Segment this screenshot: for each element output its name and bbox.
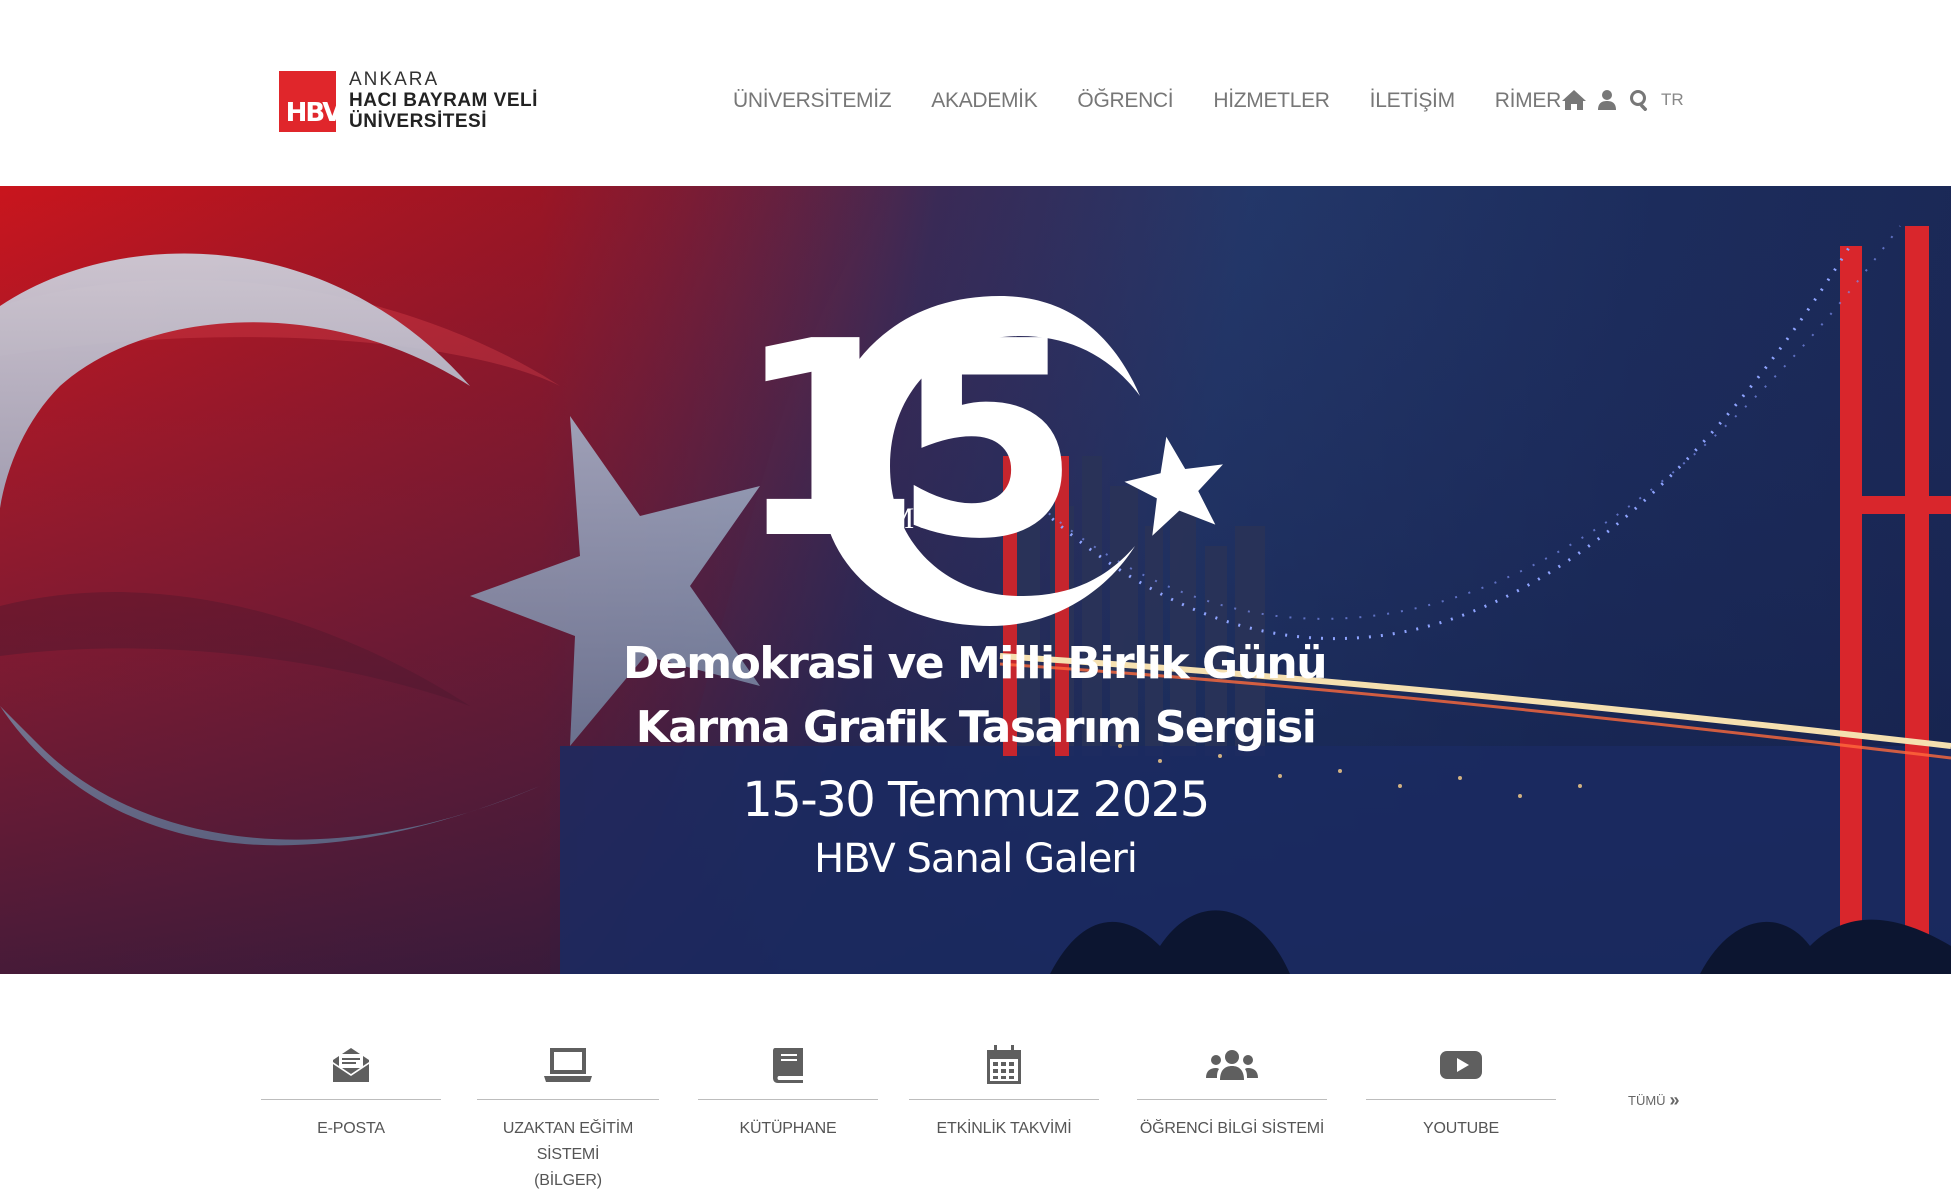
header-tools: TR	[1560, 86, 1684, 114]
nav-hizmetler[interactable]: HİZMETLER	[1213, 89, 1330, 113]
logo-line-ankara: ANKARA	[349, 68, 440, 90]
quick-link-etkinlik-takvimi[interactable]: ETKİNLİK TAKVİMİ	[909, 1044, 1099, 1142]
nav-ogrenci[interactable]: ÖĞRENCİ	[1077, 89, 1173, 113]
home-icon[interactable]	[1560, 86, 1588, 114]
quick-link-label-line2: (BİLGER)	[534, 1172, 602, 1189]
quick-link-divider	[909, 1099, 1099, 1100]
quick-link-label: YOUTUBE	[1423, 1120, 1499, 1137]
quick-link-label: E-POSTA	[317, 1120, 385, 1137]
nav-rimer[interactable]: RİMER	[1495, 89, 1561, 113]
double-chevron-right-icon: »	[1669, 1090, 1680, 1110]
logo-line-universitesi: ÜNİVERSİTESİ	[349, 110, 487, 132]
quick-link-kutuphane[interactable]: KÜTÜPHANE	[698, 1044, 878, 1142]
user-icon[interactable]	[1593, 86, 1621, 114]
calendar-icon	[986, 1044, 1022, 1086]
quick-link-youtube[interactable]: YOUTUBE	[1366, 1044, 1556, 1142]
quick-link-divider	[698, 1099, 878, 1100]
banner-dates: 15-30 Temmuz 2025	[742, 772, 1210, 828]
youtube-icon	[1439, 1044, 1483, 1086]
language-switch[interactable]: TR	[1661, 90, 1684, 110]
quick-links: E-POSTA UZAKTAN EĞİTİM SİSTEMİ (BİLGER) …	[0, 974, 1951, 1196]
all-links-label: TÜMÜ	[1628, 1093, 1666, 1108]
logo-mark: HBV	[279, 70, 339, 132]
hero-banner[interactable]: 15 TEMMUZ Demokrasi ve Milli Birlik Günü…	[0, 186, 1951, 974]
quick-link-label: UZAKTAN EĞİTİM SİSTEMİ (BİLGER)	[477, 1116, 659, 1194]
quick-link-ogrenci-bilgi-sistemi[interactable]: ÖĞRENCİ BİLGİ SİSTEMİ	[1137, 1044, 1327, 1142]
quick-link-divider	[1137, 1099, 1327, 1100]
book-icon	[771, 1044, 805, 1086]
logo-line-haci-bayram: HACI BAYRAM VELİ	[349, 89, 538, 111]
quick-link-label: KÜTÜPHANE	[739, 1120, 837, 1137]
quick-link-divider	[261, 1099, 441, 1100]
nav-iletisim[interactable]: İLETİŞİM	[1370, 89, 1455, 113]
quick-link-eposta[interactable]: E-POSTA	[261, 1044, 441, 1142]
university-logo[interactable]: HBV ANKARA HACI BAYRAM VELİ ÜNİVERSİTESİ	[279, 68, 538, 134]
users-icon	[1206, 1044, 1258, 1086]
banner-text: 15 TEMMUZ Demokrasi ve Milli Birlik Günü…	[0, 186, 1951, 974]
nav-akademik[interactable]: AKADEMİK	[931, 89, 1037, 113]
banner-venue: HBV Sanal Galeri	[814, 836, 1138, 882]
quick-link-label: ÖĞRENCİ BİLGİ SİSTEMİ	[1139, 1120, 1325, 1137]
banner-month: TEMMUZ	[824, 502, 954, 535]
quick-link-divider	[477, 1099, 659, 1100]
site-header: HBV ANKARA HACI BAYRAM VELİ ÜNİVERSİTESİ…	[0, 0, 1951, 186]
laptop-icon	[544, 1044, 592, 1086]
banner-title-line1: Demokrasi ve Milli Birlik Günü	[622, 638, 1328, 689]
nav-universitemiz[interactable]: ÜNİVERSİTEMİZ	[733, 89, 892, 113]
main-nav: ÜNİVERSİTEMİZ AKADEMİK ÖĞRENCİ HİZMETLER…	[733, 86, 1601, 116]
quick-link-divider	[1366, 1099, 1556, 1100]
logo-mark-text: HBV	[285, 97, 339, 128]
banner-title-line2: Karma Grafik Tasarım Sergisi	[635, 702, 1317, 753]
quick-link-label-line1: UZAKTAN EĞİTİM SİSTEMİ	[502, 1120, 634, 1163]
quick-link-uzaktan-egitim[interactable]: UZAKTAN EĞİTİM SİSTEMİ (BİLGER)	[477, 1044, 659, 1194]
search-icon[interactable]	[1626, 86, 1654, 114]
logo-divider	[336, 70, 339, 132]
quick-link-label: ETKİNLİK TAKVİMİ	[936, 1120, 1072, 1137]
logo-wordmark: ANKARA HACI BAYRAM VELİ ÜNİVERSİTESİ	[349, 70, 538, 133]
all-links-button[interactable]: TÜMÜ »	[1628, 1090, 1680, 1111]
envelope-icon	[331, 1044, 371, 1086]
